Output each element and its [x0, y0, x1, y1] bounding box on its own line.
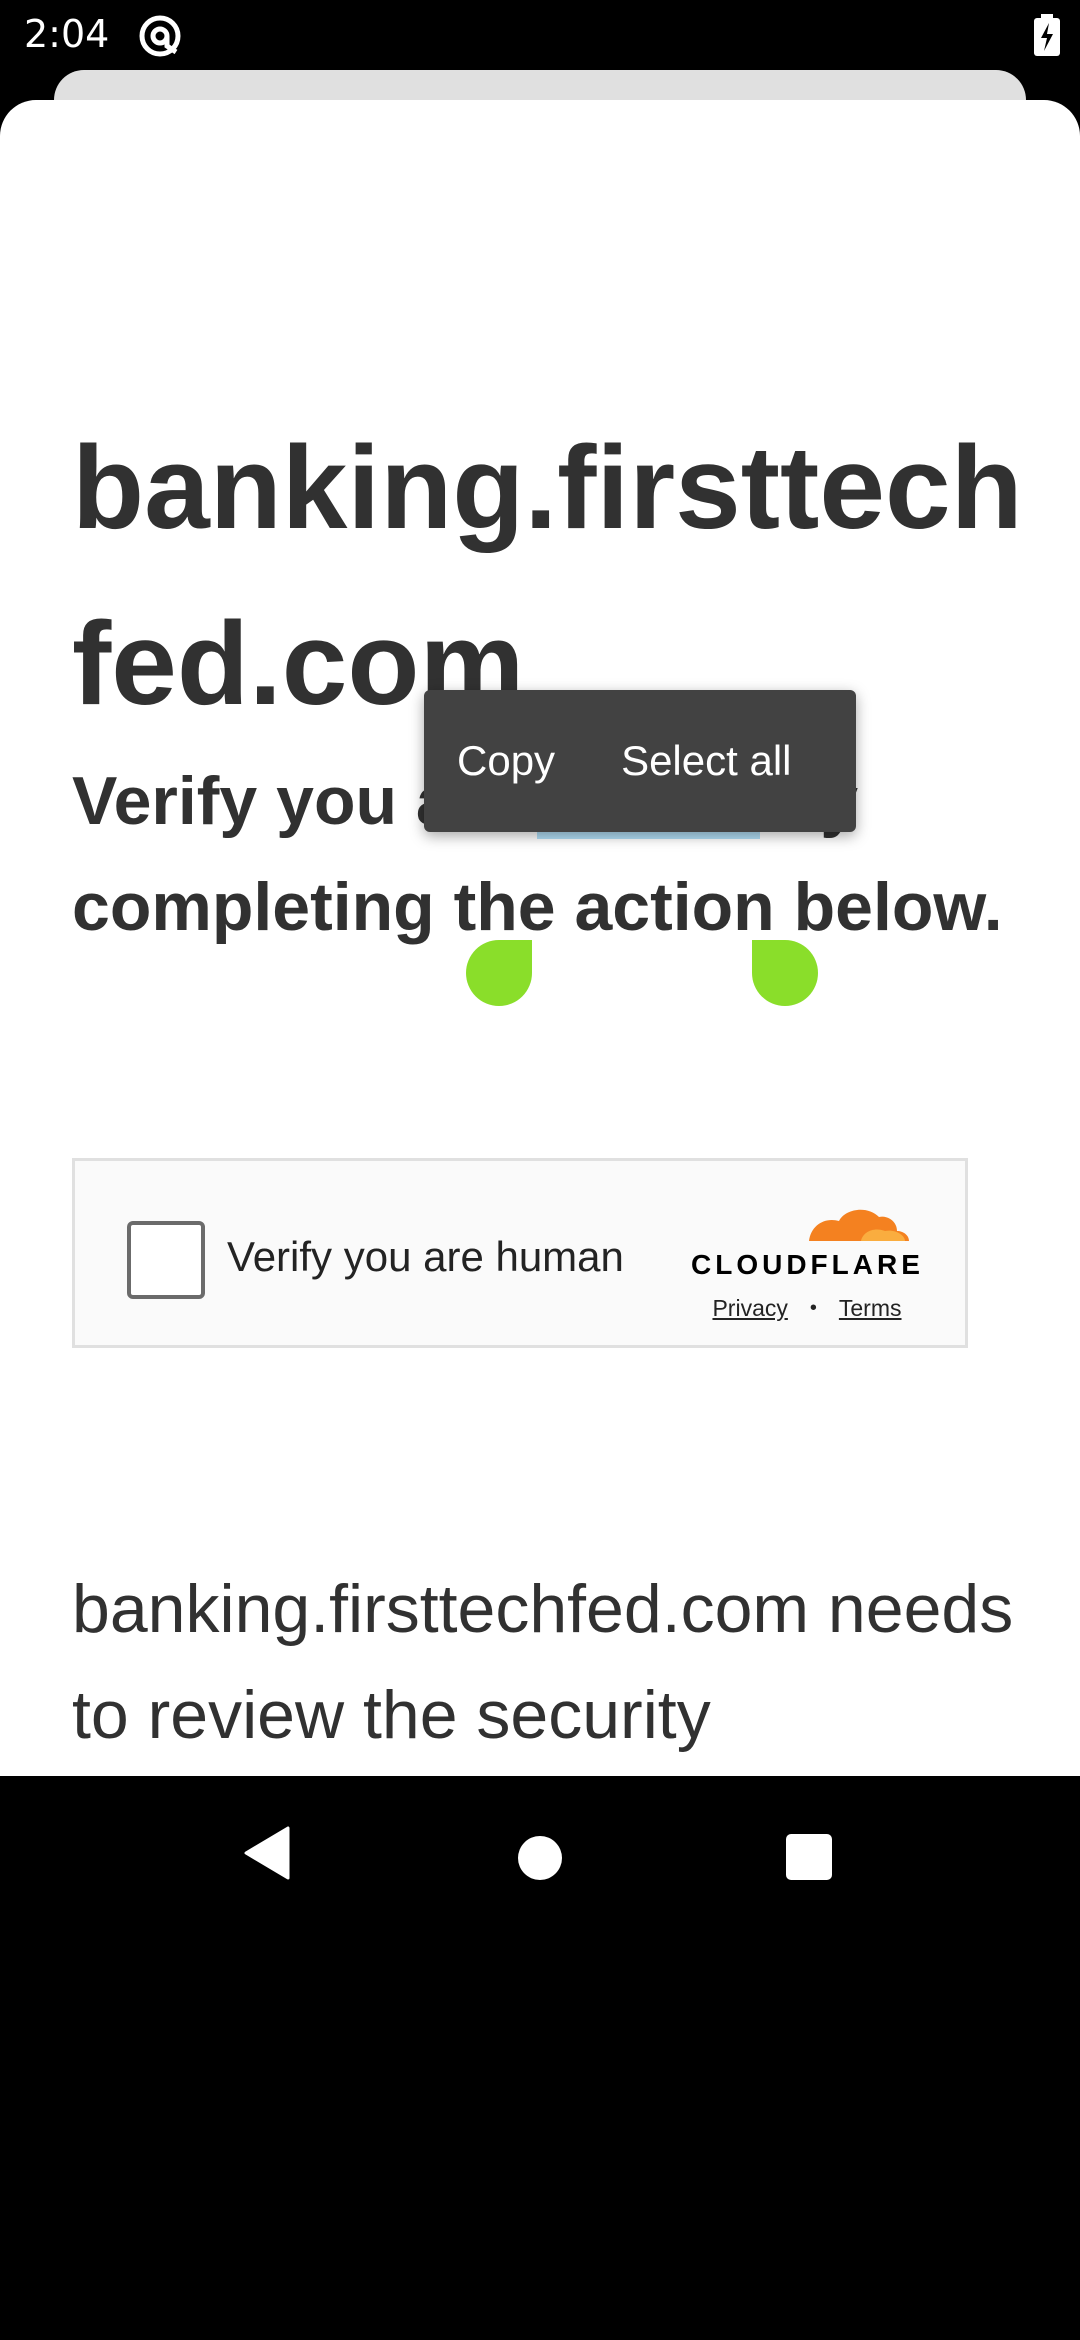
battery-charging-icon	[1034, 14, 1060, 56]
selection-end-handle[interactable]	[752, 940, 818, 1006]
selection-start-handle[interactable]	[466, 940, 532, 1006]
terms-link[interactable]: Terms	[839, 1295, 902, 1322]
cloudflare-links: Privacy • Terms	[691, 1295, 923, 1322]
cloudflare-wordmark: CLOUDFLARE	[691, 1249, 924, 1280]
privacy-link[interactable]: Privacy	[712, 1295, 787, 1322]
verify-checkbox[interactable]	[127, 1221, 205, 1299]
links-separator: •	[809, 1297, 817, 1319]
web-content-sheet: banking.firsttechfed.com Verify you are …	[0, 100, 1080, 1776]
recents-square-icon[interactable]	[786, 1834, 832, 1880]
status-bar: 2:04	[0, 0, 1080, 70]
text-selection-context-menu: Copy Select all	[424, 690, 856, 832]
home-circle-icon[interactable]	[518, 1836, 562, 1880]
security-review-text: banking.firsttechfed.com needs to review…	[72, 1571, 1014, 1753]
turnstile-widget: Verify you are human CLOUDFLARE Privacy …	[72, 1158, 968, 1348]
copy-menu-item[interactable]: Copy	[424, 737, 588, 785]
navigation-bar	[0, 1776, 1080, 2340]
cloudflare-cloud-icon	[809, 1209, 909, 1241]
at-sign-icon	[139, 15, 181, 57]
verify-checkbox-label[interactable]: Verify you are human	[227, 1233, 624, 1281]
select-all-menu-item[interactable]: Select all	[588, 737, 824, 785]
back-triangle-icon[interactable]	[244, 1826, 290, 1880]
status-time: 2:04	[24, 12, 110, 56]
